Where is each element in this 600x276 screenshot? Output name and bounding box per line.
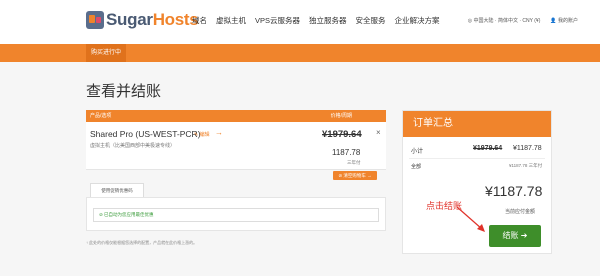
- item-description: 虚拟主机（比美国西部中美极速专线）: [90, 143, 176, 149]
- item-old-price: ¥1979.64: [322, 129, 362, 140]
- annotation-arrow-icon: [456, 206, 485, 232]
- header-right: ◎ 中国大陆 · 简体中文 · CNY (¥) 👤 我的账户: [468, 17, 578, 24]
- remove-item-icon[interactable]: ×: [376, 128, 381, 137]
- nav-vps[interactable]: VPS云服务器: [255, 15, 300, 26]
- breadcrumb: 购买进行中: [86, 44, 127, 62]
- cart-item: Shared Pro (US-WEST-PCR) ✎ 编辑 → 虚拟主机（比美国…: [86, 122, 386, 170]
- arrow-icon[interactable]: →: [215, 128, 223, 137]
- nav-enterprise[interactable]: 企业解决方案: [395, 15, 440, 26]
- summary-title: 订单汇总: [403, 111, 551, 137]
- total-label: 当前应付金额: [505, 209, 536, 215]
- total-amount: ¥1187.78: [485, 183, 543, 199]
- pricing-note: ↑ 此处的价格仅能根据您选择的配置，产品就在此价格上涨的。: [86, 240, 198, 245]
- page-title: 查看并结账: [86, 83, 162, 100]
- locale-selector[interactable]: ◎ 中国大陆 · 简体中文 · CNY (¥): [468, 17, 541, 24]
- tab-promo-code[interactable]: 使用促销优惠码: [90, 183, 144, 197]
- item-period: 三年付: [347, 160, 361, 165]
- subtotal-old: ¥1979.64: [473, 145, 503, 152]
- item-name: Shared Pro (US-WEST-PCR): [90, 129, 201, 139]
- nav-security[interactable]: 安全服务: [356, 15, 386, 26]
- col-price: 价格/周期: [330, 113, 352, 119]
- item-price: 1187.78: [332, 148, 361, 157]
- col-product: 产品/选项: [90, 113, 112, 119]
- cart-table: 产品/选项 价格/周期 Shared Pro (US-WEST-PCR) ✎ 编…: [86, 110, 386, 180]
- all-value: ¥1187.78 三年付: [509, 163, 543, 168]
- all-label: 全部: [411, 164, 422, 170]
- subtotal-new: ¥1187.78: [513, 145, 542, 152]
- site-header: SugarHosts 域名 虚拟主机 VPS云服务器 独立服务器 安全服务 企业…: [0, 0, 600, 44]
- summary-divider: [409, 158, 545, 159]
- nav-dedicated[interactable]: 独立服务器: [309, 15, 347, 26]
- nav-domains[interactable]: 域名: [192, 15, 207, 26]
- nav-hosting[interactable]: 虚拟主机: [216, 15, 246, 26]
- breadcrumb-bar: 购买进行中: [0, 44, 600, 62]
- edit-link[interactable]: ✎ 编辑: [194, 131, 210, 138]
- cart-header: 产品/选项 价格/周期: [86, 110, 386, 122]
- empty-cart-button[interactable]: ⊘ 清空购物车 →: [333, 171, 377, 180]
- promo-panel: ⊘ 已自动为您应用最佳优惠: [86, 197, 386, 231]
- promo-applied-message: ⊘ 已自动为您应用最佳优惠: [93, 208, 379, 222]
- subtotal-label: 小计: [411, 149, 424, 155]
- checkout-button[interactable]: 结账 ➔: [489, 225, 541, 247]
- logo-text-1: Sugar: [106, 10, 153, 29]
- main-nav: 域名 虚拟主机 VPS云服务器 独立服务器 安全服务 企业解决方案: [192, 15, 440, 26]
- account-link[interactable]: 👤 我的账户: [550, 17, 578, 24]
- logo[interactable]: SugarHosts: [86, 8, 199, 32]
- logo-icon: [86, 11, 104, 29]
